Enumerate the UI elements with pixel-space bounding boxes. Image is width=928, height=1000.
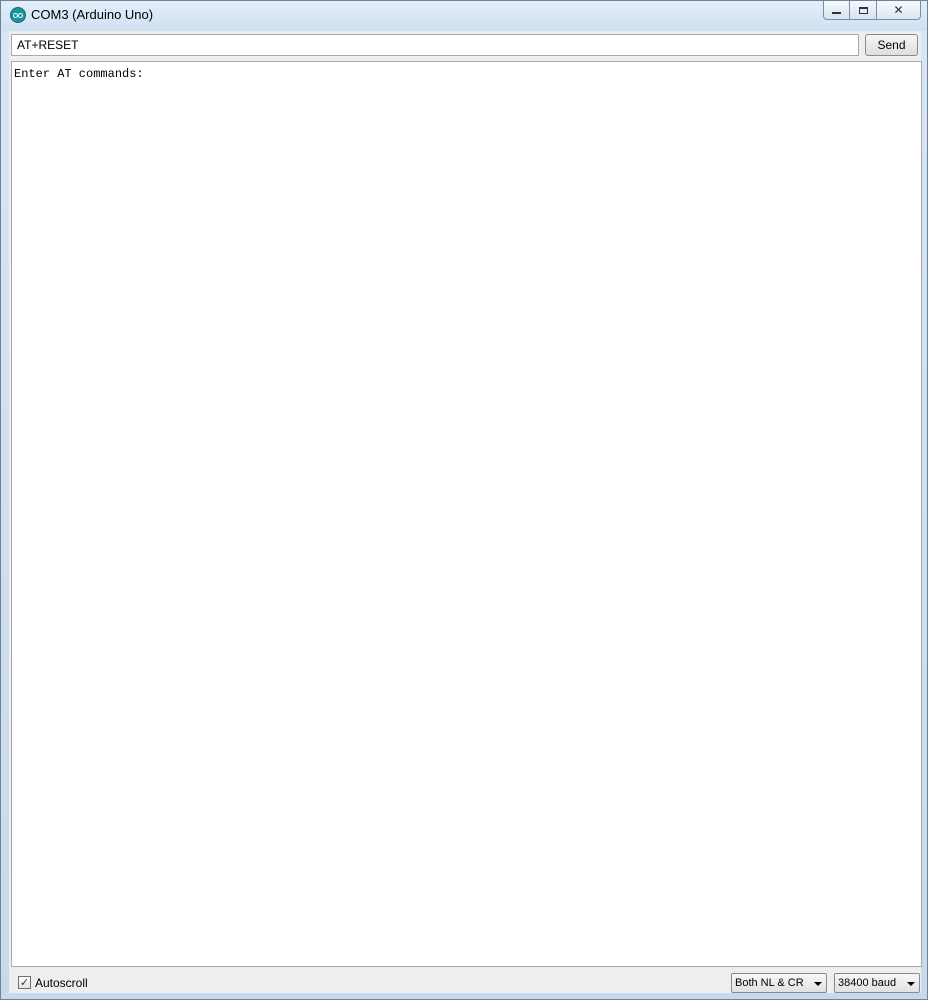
autoscroll-label[interactable]: Autoscroll xyxy=(35,976,88,990)
maximize-button[interactable] xyxy=(850,1,877,20)
serial-monitor-client: Send Enter AT commands: ✓ Autoscroll Bot… xyxy=(9,31,922,993)
command-input[interactable] xyxy=(11,34,859,56)
arduino-icon xyxy=(10,7,26,23)
bottom-bar: ✓ Autoscroll Both NL & CR 38400 baud xyxy=(9,969,921,993)
serial-output-text: Enter AT commands: xyxy=(14,67,144,81)
serial-output-area[interactable]: Enter AT commands: xyxy=(11,61,922,967)
autoscroll-checkbox[interactable]: ✓ xyxy=(18,976,31,989)
baud-rate-select[interactable]: 38400 baud xyxy=(834,973,920,993)
caption-buttons: ✕ xyxy=(823,1,921,21)
baud-rate-value: 38400 baud xyxy=(838,977,897,989)
arduino-icon-right-loop xyxy=(18,13,23,18)
send-button[interactable]: Send xyxy=(865,34,918,56)
window-title: COM3 (Arduino Uno) xyxy=(31,7,154,22)
chevron-down-icon xyxy=(907,982,915,986)
line-ending-value: Both NL & CR xyxy=(735,977,804,989)
serial-monitor-window: COM3 (Arduino Uno) ✕ Send Enter AT comma… xyxy=(0,0,928,1000)
close-icon: ✕ xyxy=(893,3,904,17)
chevron-down-icon xyxy=(814,982,822,986)
minimize-button[interactable] xyxy=(823,1,850,20)
minimize-icon xyxy=(832,12,841,14)
maximize-icon xyxy=(858,6,868,14)
title-bar[interactable]: COM3 (Arduino Uno) ✕ xyxy=(1,1,927,31)
line-ending-select[interactable]: Both NL & CR xyxy=(731,973,827,993)
close-button[interactable]: ✕ xyxy=(877,1,921,20)
checkmark-icon: ✓ xyxy=(19,976,30,989)
